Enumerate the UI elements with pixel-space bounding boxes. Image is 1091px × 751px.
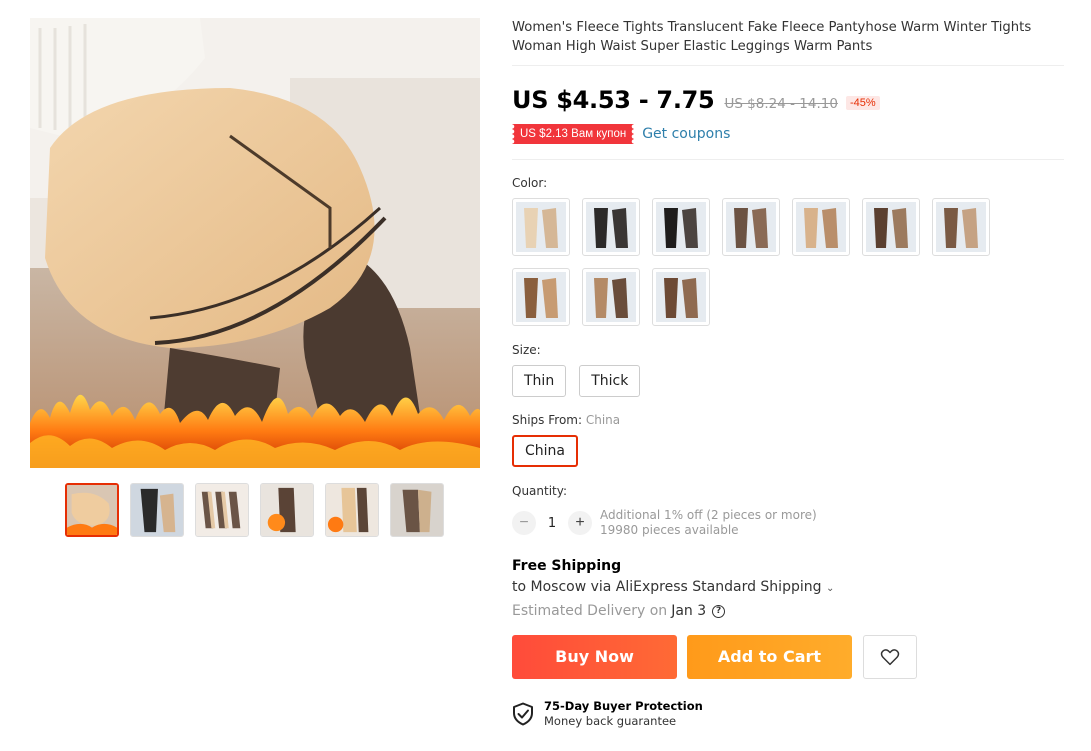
thumbnail-2[interactable] — [130, 483, 184, 537]
size-section: Size: Thin Thick — [512, 343, 1064, 397]
product-title: Women's Fleece Tights Translucent Fake F… — [512, 20, 1032, 54]
action-buttons: Buy Now Add to Cart — [512, 635, 1064, 679]
quantity-available: 19980 pieces available — [600, 523, 739, 537]
chevron-down-icon: ⌄ — [825, 583, 835, 594]
size-label: Size: — [512, 343, 541, 357]
shipping-method[interactable]: to Moscow via AliExpress Standard Shippi… — [512, 579, 1064, 595]
color-section: Color: — [512, 176, 1064, 326]
divider — [512, 65, 1064, 66]
buyer-protection: 75-Day Buyer Protection Money back guara… — [512, 699, 1064, 729]
ships-from-title: Ships From: — [512, 413, 583, 427]
quantity-note: Additional 1% off (2 pieces or more) 199… — [600, 508, 817, 538]
thumbnail-5[interactable] — [325, 483, 379, 537]
thumbnail-1[interactable] — [65, 483, 119, 537]
color-swatch-2[interactable] — [582, 198, 640, 256]
quantity-value[interactable]: 1 — [536, 516, 568, 531]
ships-from-selected: China — [585, 413, 621, 427]
ships-from-option-china[interactable]: China — [512, 435, 578, 467]
product-info: Women's Fleece Tights Translucent Fake F… — [512, 18, 1064, 729]
estimated-delivery: Estimated Delivery on Jan 3 ? — [512, 603, 1064, 619]
ships-from-options: China — [512, 435, 1064, 467]
color-swatch-7[interactable] — [932, 198, 990, 256]
ships-from-section: Ships From: China China — [512, 413, 1064, 467]
thumbnail-3[interactable] — [195, 483, 249, 537]
protection-subtitle: Money back guarantee — [544, 714, 677, 728]
quantity-label: Quantity: — [512, 484, 568, 498]
estimated-delivery-label: Estimated Delivery on — [512, 603, 668, 619]
size-option-thin[interactable]: Thin — [512, 365, 567, 397]
protection-title: 75-Day Buyer Protection — [544, 699, 703, 713]
shipping-section: Free Shipping to Moscow via AliExpress S… — [512, 558, 1064, 619]
add-to-cart-button[interactable]: Add to Cart — [687, 635, 852, 679]
color-swatch-1[interactable] — [512, 198, 570, 256]
thumbnail-strip — [65, 483, 444, 537]
ships-from-label: Ships From: China — [512, 413, 1064, 427]
delivery-date: Jan 3 — [671, 603, 707, 619]
main-product-image[interactable] — [30, 18, 480, 468]
color-label: Color: — [512, 176, 548, 190]
color-swatches — [512, 198, 1002, 326]
quantity-minus-button[interactable]: − — [512, 511, 536, 535]
get-coupons-link[interactable]: Get coupons — [642, 126, 730, 142]
coupon-row: US $2.13 Вам купон Get coupons — [512, 124, 1064, 144]
help-icon[interactable]: ? — [712, 604, 726, 618]
price: US $4.53 - 7.75 — [512, 86, 715, 114]
free-shipping-title: Free Shipping — [512, 558, 622, 574]
divider — [512, 159, 1064, 160]
color-swatch-10[interactable] — [652, 268, 710, 326]
color-swatch-8[interactable] — [512, 268, 570, 326]
quantity-section: Quantity: − 1 + Additional 1% off (2 pie… — [512, 484, 1064, 538]
color-swatch-9[interactable] — [582, 268, 640, 326]
old-price: US $8.24 - 14.10 — [724, 96, 838, 112]
quantity-discount-note: Additional 1% off (2 pieces or more) — [600, 508, 817, 522]
size-options: Thin Thick — [512, 365, 1064, 397]
color-swatch-4[interactable] — [722, 198, 780, 256]
price-row: US $4.53 - 7.75 US $8.24 - 14.10 -45% — [512, 86, 1064, 114]
size-option-thick[interactable]: Thick — [579, 365, 641, 397]
wishlist-button[interactable] — [863, 635, 917, 679]
color-swatch-5[interactable] — [792, 198, 850, 256]
discount-badge: -45% — [845, 96, 880, 110]
heart-icon — [880, 649, 900, 666]
coupon-tag[interactable]: US $2.13 Вам купон — [512, 124, 635, 144]
protection-text: 75-Day Buyer Protection Money back guara… — [544, 699, 703, 729]
color-swatch-6[interactable] — [862, 198, 920, 256]
quantity-plus-button[interactable]: + — [568, 511, 592, 535]
color-swatch-3[interactable] — [652, 198, 710, 256]
shield-check-icon — [513, 702, 533, 726]
shipping-method-text: to Moscow via AliExpress Standard Shippi… — [512, 579, 822, 595]
thumbnail-6[interactable] — [390, 483, 444, 537]
buy-now-button[interactable]: Buy Now — [512, 635, 677, 679]
thumbnail-4[interactable] — [260, 483, 314, 537]
quantity-stepper: − 1 + Additional 1% off (2 pieces or mor… — [512, 508, 1064, 538]
